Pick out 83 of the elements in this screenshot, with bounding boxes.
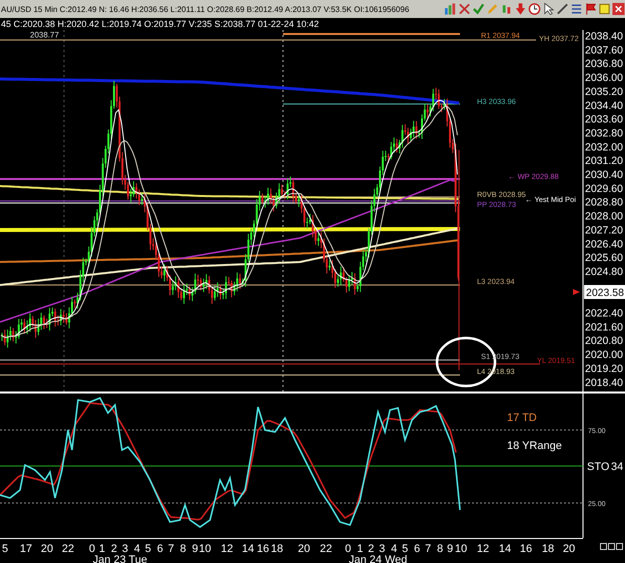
time-label: 12 — [220, 543, 234, 555]
time-label: 5 — [144, 543, 152, 555]
time-label: 16 — [520, 543, 532, 555]
time-label: 10 — [198, 543, 212, 555]
price-label: 2035.20 — [585, 86, 623, 98]
clock-icon[interactable] — [528, 2, 541, 16]
time-label: 9 — [192, 543, 198, 555]
time-label: 4 — [134, 543, 140, 555]
price-label: 2019.20 — [585, 362, 623, 375]
price-label: 2022.40 — [585, 308, 623, 320]
indicator-value: 34 — [611, 461, 624, 473]
time-label: 9 — [446, 543, 454, 555]
square-icon[interactable] — [598, 2, 611, 16]
panel-buttons-icon[interactable] — [600, 543, 623, 550]
time-label: 18 — [270, 543, 284, 555]
time-label: 4 — [390, 543, 398, 555]
time-label: 8 — [180, 543, 186, 555]
price-label: 2025.60 — [585, 252, 623, 264]
price-label: 2030.40 — [585, 169, 623, 181]
price-label: 2033.60 — [585, 114, 623, 126]
list-icon[interactable] — [570, 2, 583, 16]
line-icon[interactable] — [556, 2, 569, 16]
time-label: 0 — [88, 543, 96, 555]
price-label: 2038.40 — [585, 30, 623, 42]
time-label: 17 — [20, 543, 32, 555]
price-label: 2026.40 — [585, 238, 623, 250]
price-label: 2020.00 — [585, 349, 623, 362]
price-label: 2027.20 — [585, 224, 623, 236]
cross-icon[interactable] — [458, 2, 471, 16]
time-label: 6 — [156, 543, 164, 555]
time-label: 20 — [40, 543, 54, 555]
close-icon[interactable] — [612, 2, 625, 16]
current-price-tag: 2023.58 — [584, 285, 625, 299]
time-label: 7 — [168, 543, 174, 555]
time-label: 14 — [242, 543, 254, 555]
date-label: Jan 24 Wed — [348, 554, 408, 563]
time-label: 16 — [256, 543, 270, 555]
price-label: 2036.80 — [585, 58, 623, 70]
legend-label: 18 YRange — [507, 440, 562, 452]
time-label: 10 — [454, 543, 468, 555]
price-label: 2034.40 — [585, 100, 623, 112]
price-label: 2029.60 — [585, 182, 623, 195]
price-label: 2020.80 — [585, 335, 623, 348]
time-label: 20 — [562, 543, 576, 555]
price-label: 2028.80 — [585, 196, 623, 209]
time-label: 3 — [378, 543, 386, 555]
time-label: 5 — [2, 543, 8, 555]
time-label: 7 — [424, 543, 432, 555]
high-marker: 2038.77 — [30, 30, 59, 40]
price-label: 2031.20 — [585, 155, 623, 168]
time-label: 2 — [368, 543, 374, 555]
date-label: Jan 23 Tue — [92, 554, 148, 563]
time-label: 12 — [476, 543, 490, 555]
price-pointer-icon — [573, 289, 580, 295]
price-label: 2024.80 — [585, 266, 623, 278]
time-label: 0 — [344, 543, 352, 555]
price-label: 2032.80 — [585, 127, 623, 140]
time-label: 14 — [498, 543, 512, 555]
time-label: 5 — [402, 543, 408, 555]
time-label: 18 — [542, 543, 554, 555]
time-label: 2 — [110, 543, 118, 555]
pointer-icon[interactable] — [542, 2, 555, 16]
time-label: 1 — [98, 543, 106, 555]
price-label: 2032.00 — [585, 141, 623, 154]
time-label: 3 — [122, 543, 128, 555]
price-label: 2028.00 — [585, 210, 623, 223]
price-label: 2021.60 — [585, 321, 623, 334]
price-label: 2037.60 — [585, 44, 623, 56]
indicator-name: STO — [587, 461, 610, 473]
legend-label: 17 TD — [507, 412, 537, 424]
time-label: 22 — [320, 543, 332, 555]
time-label: 6 — [414, 543, 420, 555]
time-label: 20 — [298, 543, 310, 555]
time-label: 8 — [436, 543, 444, 555]
time-label: 1 — [356, 543, 364, 555]
flag-icon[interactable] — [584, 2, 597, 16]
bar-info: 45 C:2020.38 H:2020.42 L:2019.74 O:2019.77 V:235 S:2038.77 01-22-24 10:42 — [0, 19, 319, 29]
symbol-info: AU/USD 15 Min C:2012.49 N: 16.46 H:2036.56 L:2011.11 O:2028.69 B:2012.49 A:2013.07 V:53.5K OI:1061956096 — [1, 4, 410, 14]
check-icon[interactable] — [472, 2, 485, 16]
price-label: 2018.40 — [585, 376, 623, 389]
price-label: 2036.00 — [585, 72, 623, 84]
bar-chart-icon[interactable] — [444, 2, 457, 16]
time-label: 22 — [62, 543, 74, 555]
